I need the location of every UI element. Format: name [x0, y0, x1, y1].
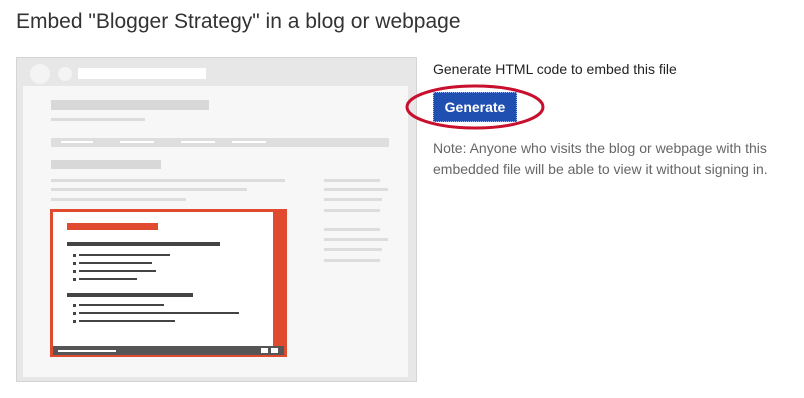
embed-options: Generate HTML code to embed this file Ge… — [405, 60, 793, 177]
generate-prompt: Generate HTML code to embed this file — [433, 61, 677, 77]
embed-preview-illustration — [16, 57, 417, 382]
page-title: Embed "Blogger Strategy" in a blog or we… — [16, 10, 461, 33]
generate-button[interactable]: Generate — [433, 92, 517, 122]
embedded-document-illustration-icon — [16, 57, 417, 382]
embed-note: Note: Anyone who visits the blog or webp… — [433, 140, 768, 177]
